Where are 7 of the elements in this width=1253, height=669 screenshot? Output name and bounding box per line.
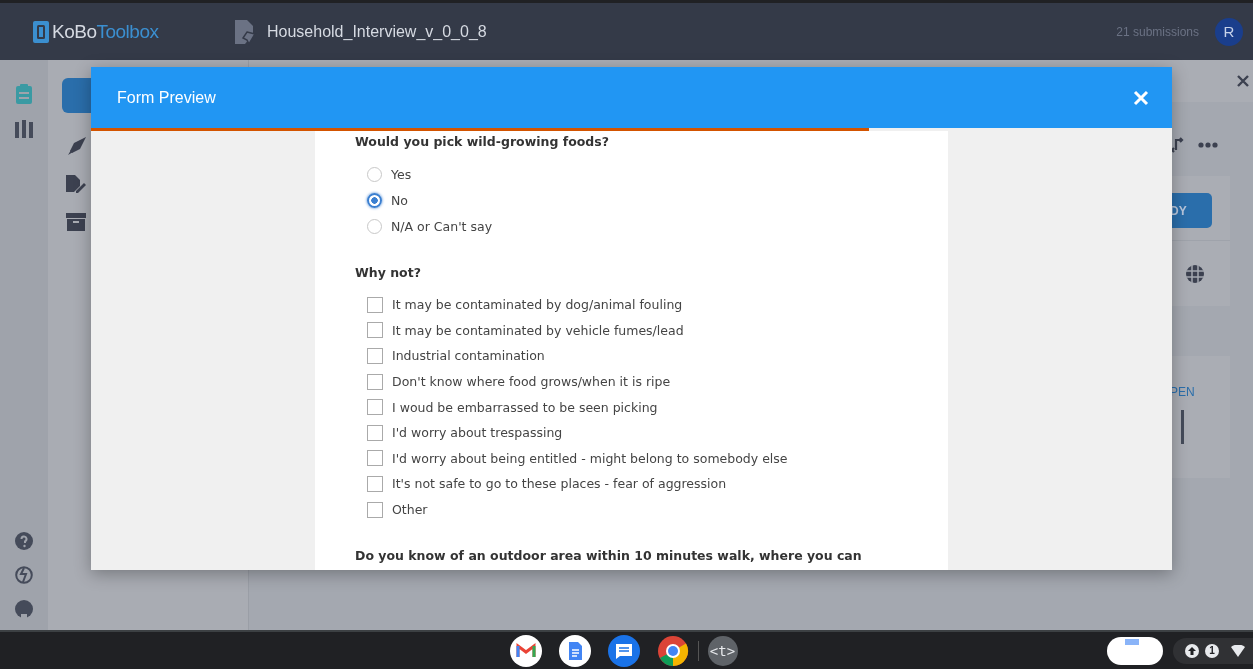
question-label: Do you know of an outdoor area within 10 minutes walk, where you can	[355, 548, 863, 564]
form-title: Household_Interview_v_0_0_8	[267, 22, 487, 41]
dialog-title: Form Preview	[117, 88, 216, 107]
notification-count: 1	[1205, 643, 1219, 658]
question-label: Would you pick wild-growing foods?	[355, 134, 610, 149]
question-label: Why not?	[355, 265, 422, 280]
submission-count: 21 submissions	[1116, 24, 1199, 39]
